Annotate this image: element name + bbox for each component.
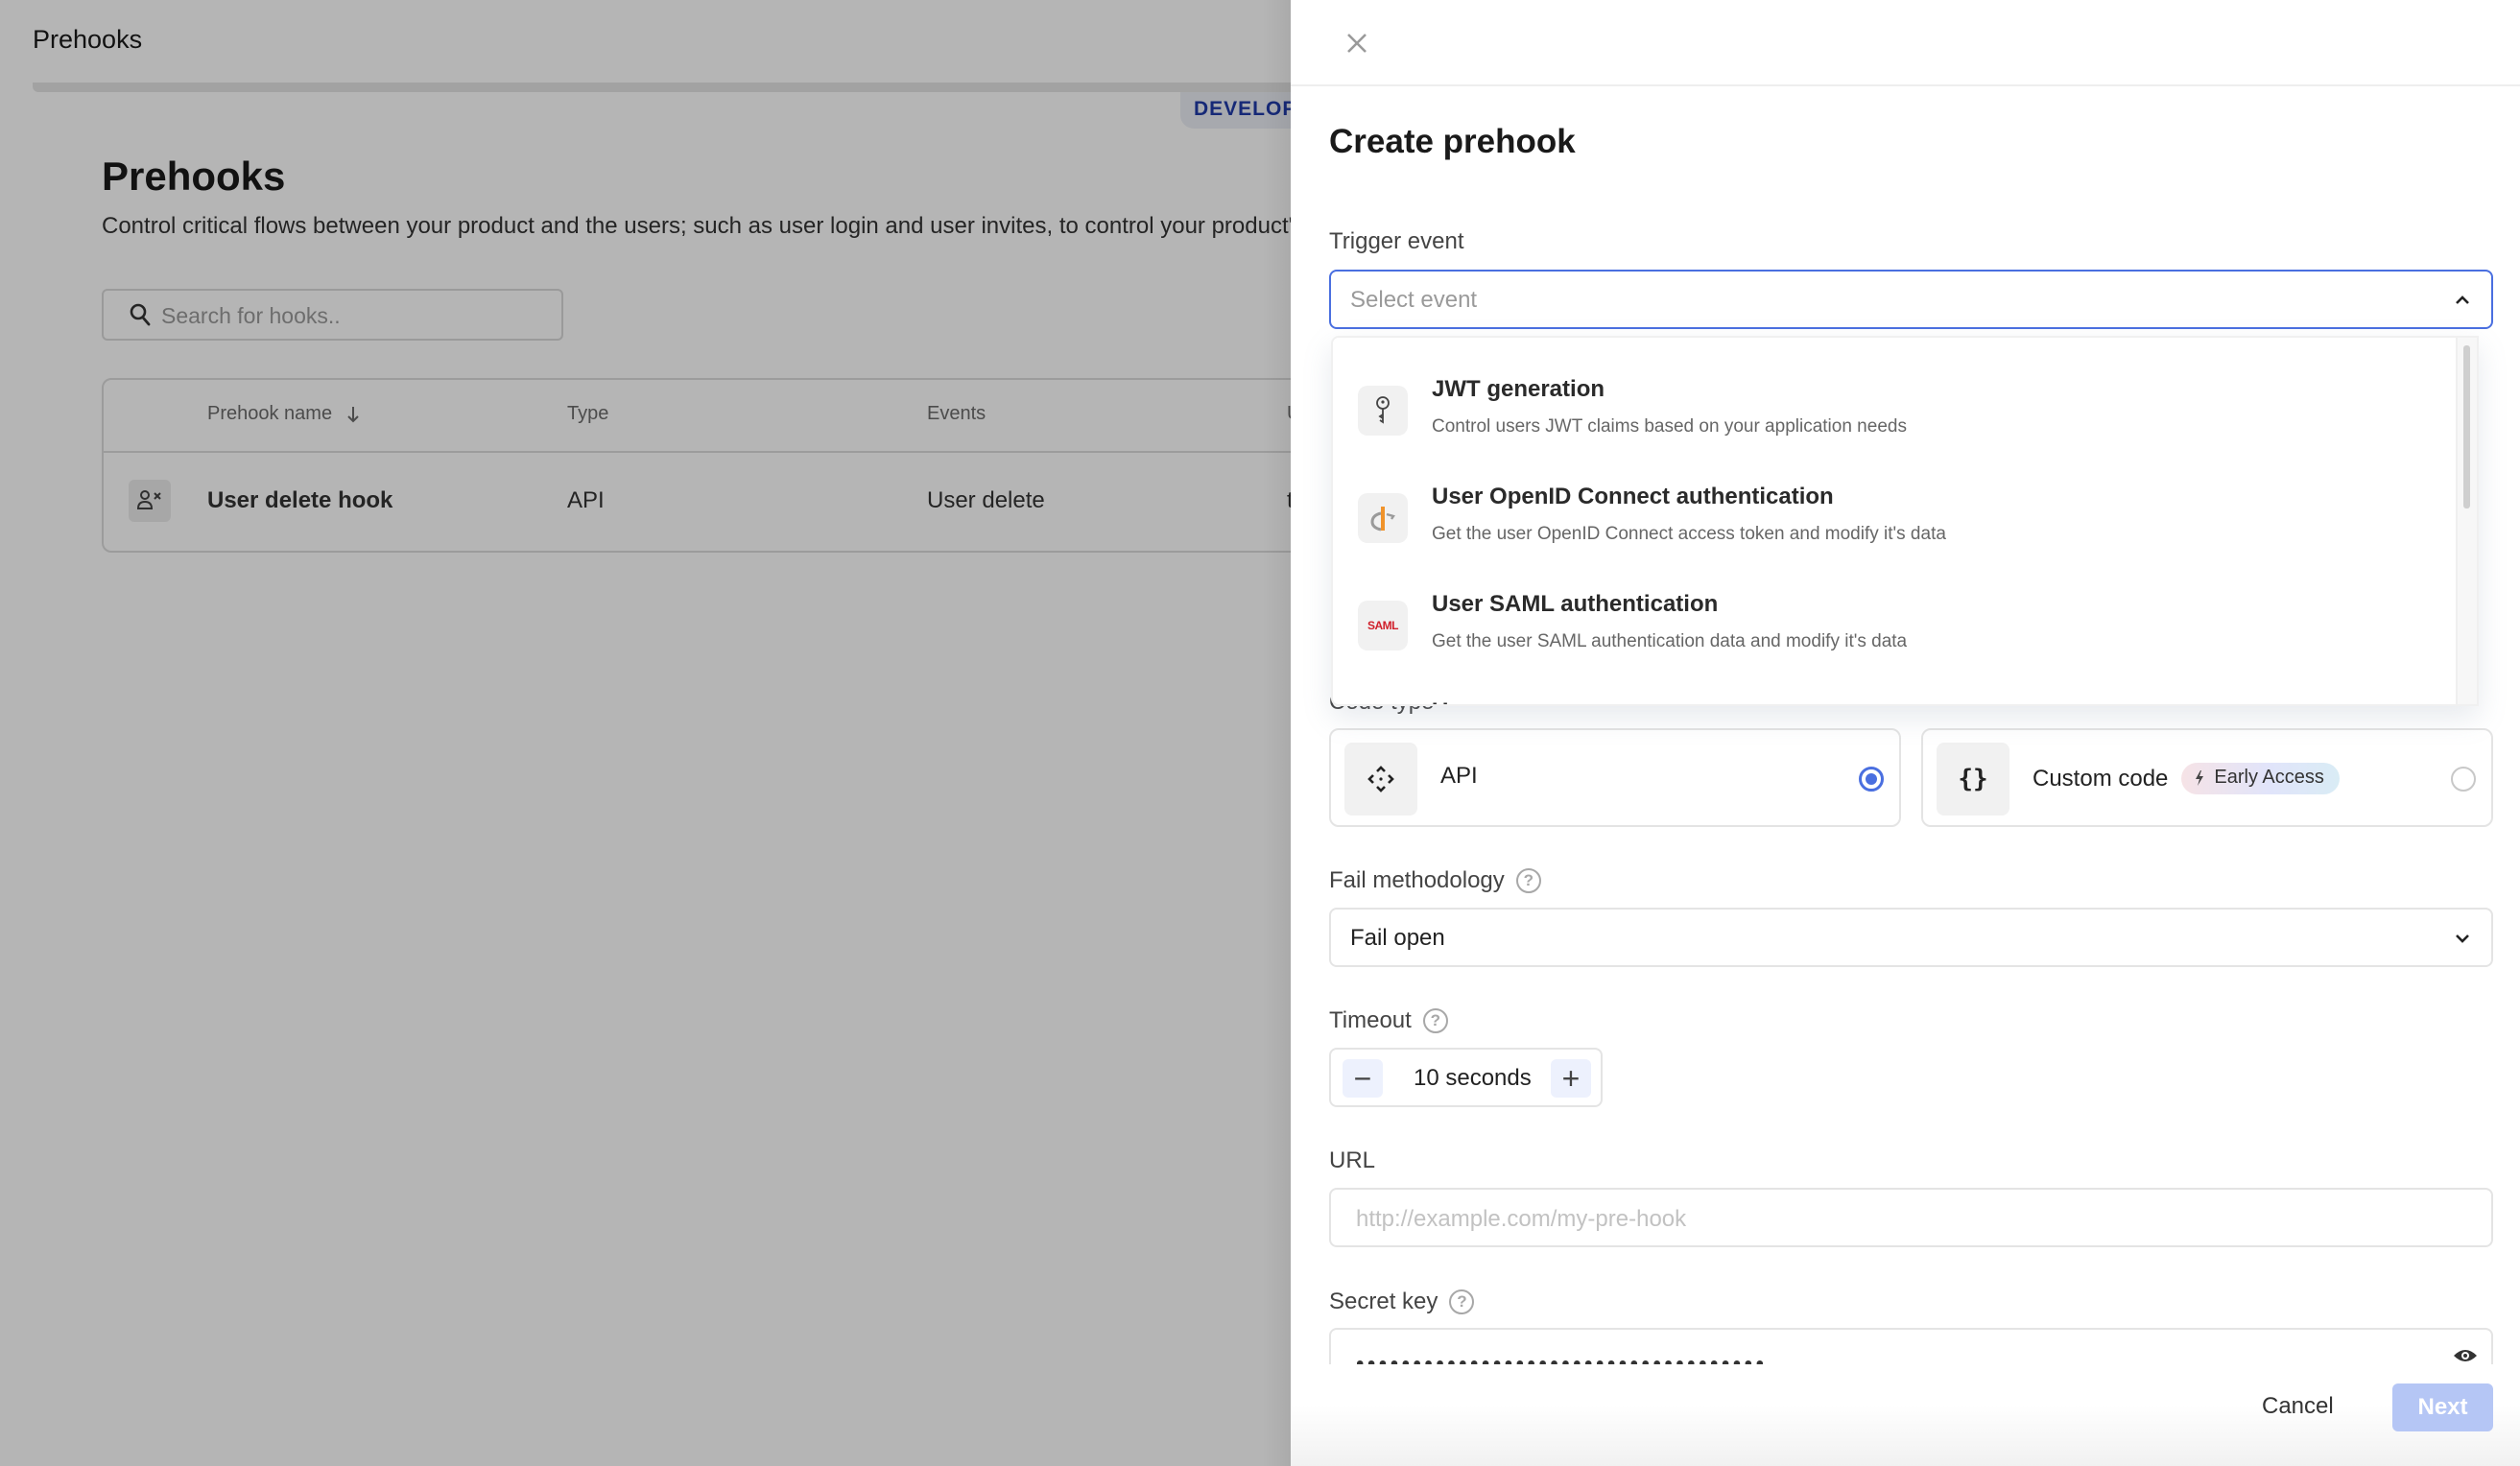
custom-code-radio[interactable] (2451, 767, 2476, 792)
badge-text: Early Access (2214, 767, 2324, 788)
secret-key-label: Secret key ? (1329, 1289, 1475, 1315)
option-jwt-generation[interactable]: JWT generation Control users JWT claims … (1333, 376, 2456, 484)
api-radio-selected[interactable] (1859, 767, 1884, 792)
trigger-event-dropdown: JWT generation Control users JWT claims … (1331, 336, 2479, 706)
trigger-event-label: Trigger event (1329, 228, 1464, 255)
fail-methodology-label-text: Fail methodology (1329, 867, 1505, 893)
braces-icon: {} (1937, 743, 2009, 816)
secret-key-field-clip: •••••••••••••••••••••••••••••••••••• (1329, 1328, 2493, 1364)
dropdown-scrollbar-thumb[interactable] (2463, 345, 2470, 508)
option-title: User OpenID Connect authentication (1432, 484, 1834, 509)
drawer-shadow (1262, 0, 1291, 1466)
url-label: URL (1329, 1147, 1375, 1174)
drawer-header (1291, 0, 2520, 86)
increment-button[interactable]: + (1551, 1059, 1591, 1098)
option-description: Control users JWT claims based on your a… (1432, 416, 1907, 437)
openid-icon (1358, 493, 1408, 543)
fail-methodology-value: Fail open (1350, 925, 1445, 951)
saml-icon: SAML (1358, 601, 1408, 650)
help-icon[interactable]: ? (1449, 1289, 1475, 1314)
trigger-event-placeholder: Select event (1350, 287, 1478, 313)
option-title: U... (1432, 698, 1467, 704)
key-icon (1358, 386, 1408, 436)
timeout-stepper: − 10 seconds + (1329, 1048, 1603, 1107)
fail-methodology-label: Fail methodology ? (1329, 867, 1541, 894)
timeout-label: Timeout ? (1329, 1007, 1448, 1034)
drawer-footer: Cancel Next (1291, 1364, 2520, 1466)
saml-icon-text: SAML (1367, 619, 1399, 632)
create-prehook-drawer: Create prehook Trigger event Select even… (1291, 0, 2520, 1466)
secret-key-field[interactable]: •••••••••••••••••••••••••••••••••••• (1329, 1328, 2493, 1364)
code-type-custom-label: Custom code Early Access (2033, 763, 2340, 794)
cancel-button[interactable]: Cancel (2262, 1393, 2334, 1420)
api-move-icon (1344, 743, 1417, 816)
code-type-api-label: API (1440, 763, 1478, 790)
option-saml-authentication[interactable]: SAML User SAML authentication Get the us… (1333, 591, 2456, 698)
url-input[interactable] (1354, 1201, 2461, 1238)
decrement-button[interactable]: − (1343, 1059, 1383, 1098)
option-openid-connect[interactable]: User OpenID Connect authentication Get t… (1333, 484, 2456, 591)
url-label-text: URL (1329, 1147, 1376, 1173)
modal-backdrop[interactable] (0, 0, 1291, 1466)
fail-methodology-select[interactable]: Fail open (1329, 908, 2493, 967)
option-label: API (1440, 763, 1478, 789)
secret-key-label-text: Secret key (1329, 1289, 1438, 1314)
trigger-event-select[interactable]: Select event (1329, 270, 2493, 329)
code-type-api-option[interactable]: API (1329, 728, 1901, 827)
option-partial[interactable]: U... (1333, 698, 2456, 704)
lightning-icon (2196, 769, 2204, 786)
secret-key-masked-value[interactable]: •••••••••••••••••••••••••••••••••••• (1356, 1351, 1767, 1364)
close-icon (1347, 34, 1367, 53)
option-description: Get the user SAML authentication data an… (1432, 631, 1908, 651)
option-title: JWT generation (1432, 376, 1605, 402)
chevron-down-icon (2456, 934, 2469, 943)
dropdown-scrollbar[interactable] (2456, 338, 2477, 704)
chevron-up-icon (2456, 296, 2469, 304)
option-title: User SAML authentication (1432, 591, 1719, 617)
code-type-custom-option[interactable]: {} Custom code Early Access (1921, 728, 2493, 827)
trigger-event-label-text: Trigger event (1329, 228, 1464, 254)
help-icon[interactable]: ? (1515, 868, 1541, 893)
help-icon[interactable]: ? (1422, 1008, 1448, 1033)
timeout-value[interactable]: 10 seconds (1414, 1065, 1532, 1092)
option-description: Get the user OpenID Connect access token… (1432, 524, 1946, 544)
next-button[interactable]: Next (2392, 1383, 2493, 1431)
early-access-badge: Early Access (2181, 763, 2340, 794)
timeout-label-text: Timeout (1329, 1007, 1412, 1033)
close-button[interactable] (1343, 29, 1371, 58)
url-field[interactable] (1329, 1188, 2493, 1247)
option-label: Custom code (2033, 765, 2169, 792)
drawer-title: Create prehook (1329, 123, 1576, 160)
eye-icon[interactable] (2453, 1347, 2478, 1364)
